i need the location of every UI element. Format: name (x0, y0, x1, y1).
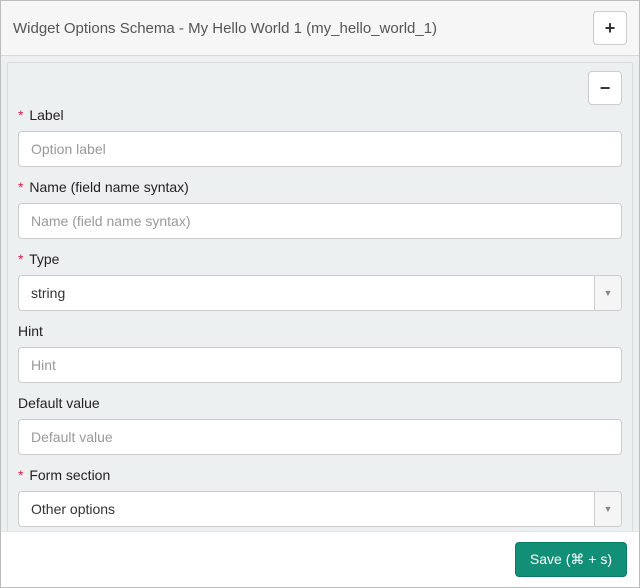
hint-input[interactable] (18, 347, 622, 383)
field-default-label: Default value (18, 395, 622, 411)
panel-footer: Save (⌘ + s) (1, 531, 639, 587)
field-hint-label: Hint (18, 323, 622, 339)
field-default-group: Default value (18, 395, 622, 455)
type-select-value: string (18, 275, 594, 311)
field-name-label: * Name (field name syntax) (18, 179, 622, 195)
default-value-input[interactable] (18, 419, 622, 455)
form-section-select[interactable]: Other options ▼ (18, 491, 622, 527)
required-icon: * (18, 179, 23, 195)
plus-icon: + (605, 18, 616, 39)
name-input[interactable] (18, 203, 622, 239)
field-type-label: * Type (18, 251, 622, 267)
panel-body: − * Label * Name (field name syntax) (1, 56, 639, 531)
label-text: Form section (29, 467, 110, 483)
panel-title: Widget Options Schema - My Hello World 1… (13, 20, 437, 37)
field-label-group: * Label (18, 107, 622, 167)
option-block: − * Label * Name (field name syntax) (7, 62, 633, 531)
widget-options-schema-panel: Widget Options Schema - My Hello World 1… (1, 1, 639, 587)
field-name-group: * Name (field name syntax) (18, 179, 622, 239)
add-option-button[interactable]: + (593, 11, 627, 45)
required-icon: * (18, 467, 23, 483)
form-section-select-value: Other options (18, 491, 594, 527)
label-text: Default value (18, 395, 100, 411)
field-form-section-label: * Form section (18, 467, 622, 483)
option-block-actions: − (18, 71, 622, 105)
label-text: Hint (18, 323, 43, 339)
panel-header: Widget Options Schema - My Hello World 1… (1, 1, 639, 56)
label-input[interactable] (18, 131, 622, 167)
field-hint-group: Hint (18, 323, 622, 383)
required-icon: * (18, 251, 23, 267)
field-label-label: * Label (18, 107, 622, 123)
chevron-down-icon: ▼ (594, 491, 622, 527)
label-text: Type (29, 251, 59, 267)
type-select[interactable]: string ▼ (18, 275, 622, 311)
field-form-section-group: * Form section Other options ▼ (18, 467, 622, 527)
label-text: Name (field name syntax) (29, 179, 189, 195)
label-text: Label (29, 107, 63, 123)
chevron-down-icon: ▼ (594, 275, 622, 311)
minus-icon: − (600, 78, 611, 99)
save-button[interactable]: Save (⌘ + s) (515, 542, 627, 577)
required-icon: * (18, 107, 23, 123)
remove-option-button[interactable]: − (588, 71, 622, 105)
field-type-group: * Type string ▼ (18, 251, 622, 311)
